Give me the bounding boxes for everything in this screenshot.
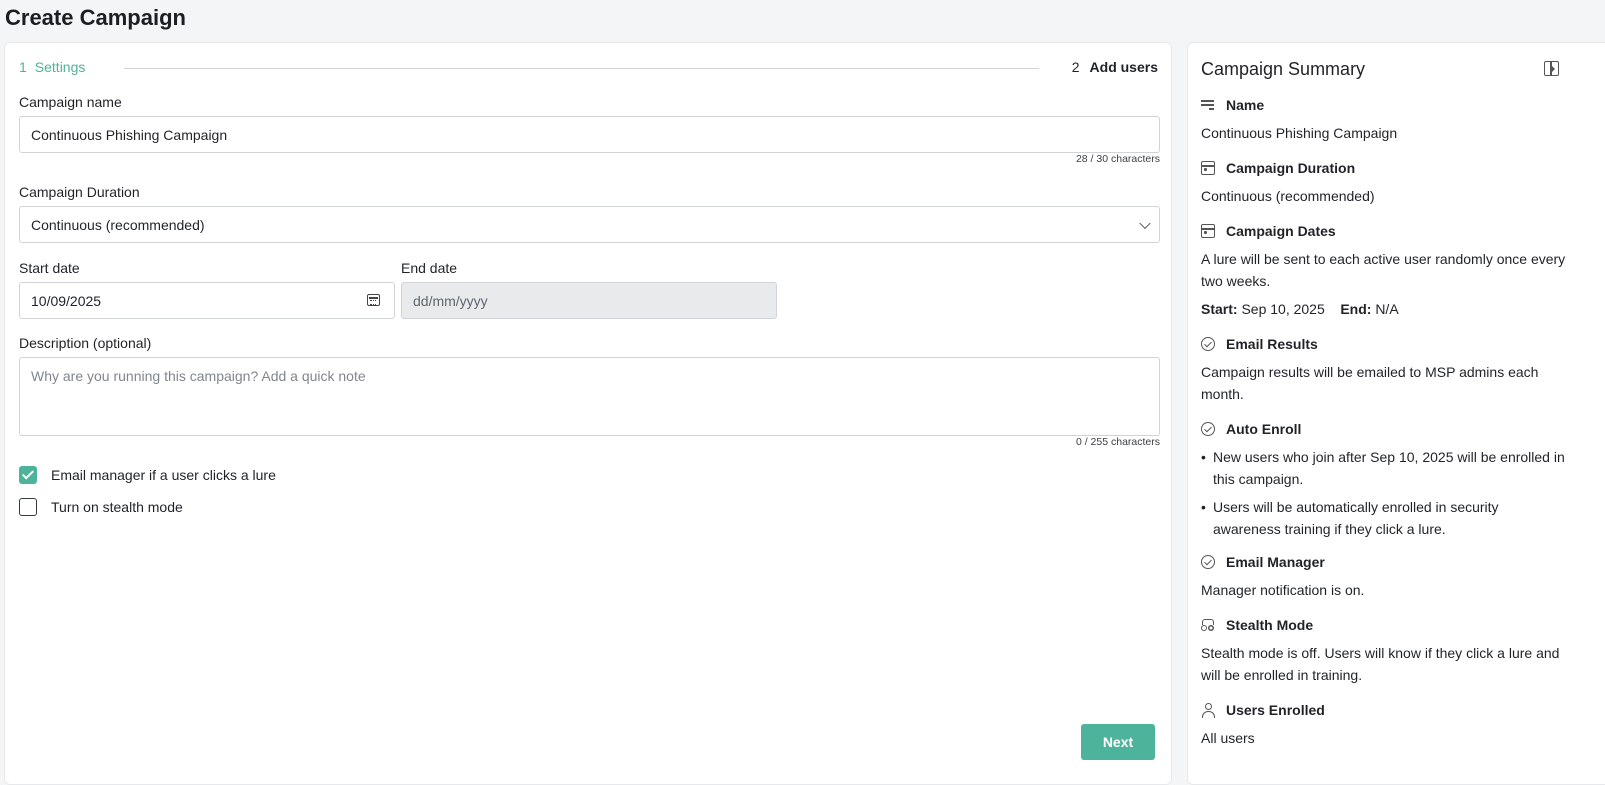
calendar-icon bbox=[1201, 161, 1215, 175]
campaign-name-value: Continuous Phishing Campaign bbox=[31, 126, 228, 143]
end-date-label: End date bbox=[401, 260, 458, 276]
stepper-divider bbox=[124, 68, 1039, 69]
summary-dates-description: A lure will be sent to each active user … bbox=[1201, 251, 1566, 289]
summary-stealth-text: Stealth mode is off. Users will know if … bbox=[1201, 645, 1560, 683]
summary-name-heading: Name bbox=[1201, 97, 1264, 113]
summary-stealth-heading: Stealth Mode bbox=[1201, 617, 1313, 633]
check-circle-icon bbox=[1201, 422, 1215, 436]
start-date-input[interactable]: 10/09/2025 bbox=[19, 282, 395, 319]
summary-dates-values: Start: Sep 10, 2025 End: N/A bbox=[1201, 298, 1566, 320]
next-button[interactable]: Next bbox=[1081, 724, 1155, 760]
collapse-panel-icon[interactable] bbox=[1544, 61, 1559, 76]
text-lines-icon bbox=[1201, 98, 1215, 112]
description-placeholder: Why are you running this campaign? Add a… bbox=[31, 368, 366, 384]
summary-results-text: Campaign results will be emailed to MSP … bbox=[1201, 364, 1539, 402]
summary-title: Campaign Summary bbox=[1201, 59, 1366, 79]
summary-dates-heading: Campaign Dates bbox=[1201, 223, 1336, 239]
stealth-mode-label[interactable]: Turn on stealth mode bbox=[51, 499, 183, 515]
campaign-duration-select[interactable]: Continuous (recommended) bbox=[19, 206, 1160, 243]
calendar-icon bbox=[1201, 224, 1215, 238]
step-1-number: 1 bbox=[19, 59, 27, 75]
end-key: End: bbox=[1340, 301, 1372, 317]
description-textarea[interactable]: Why are you running this campaign? Add a… bbox=[19, 357, 1160, 436]
stealth-mode-checkbox[interactable] bbox=[19, 498, 37, 516]
description-char-counter: 0 / 255 characters bbox=[1075, 436, 1160, 448]
check-circle-icon bbox=[1201, 555, 1215, 569]
campaign-name-input[interactable]: Continuous Phishing Campaign bbox=[19, 116, 1160, 153]
end-value: N/A bbox=[1375, 301, 1399, 317]
step-2-label: Add users bbox=[1089, 59, 1158, 75]
email-manager-label[interactable]: Email manager if a user clicks a lure bbox=[51, 467, 276, 483]
end-date-placeholder: dd/mm/yyyy bbox=[413, 292, 488, 309]
step-settings[interactable]: 1 Settings bbox=[19, 59, 85, 75]
start-value: Sep 10, 2025 bbox=[1241, 301, 1325, 317]
step-1-label: Settings bbox=[34, 59, 86, 75]
summary-manager-heading: Email Manager bbox=[1201, 554, 1325, 570]
summary-results-heading: Email Results bbox=[1201, 336, 1318, 352]
summary-duration-heading: Campaign Duration bbox=[1201, 160, 1355, 176]
enroll-bullet-1: New users who join after Sep 10, 2025 wi… bbox=[1201, 446, 1566, 490]
name-char-counter: 28 / 30 characters bbox=[1075, 153, 1160, 165]
description-label: Description (optional) bbox=[19, 335, 152, 351]
summary-users-heading: Users Enrolled bbox=[1201, 702, 1325, 718]
start-key: Start: bbox=[1201, 301, 1238, 317]
start-date-value: 10/09/2025 bbox=[31, 292, 102, 309]
calendar-icon[interactable] bbox=[367, 294, 380, 306]
start-date-label: Start date bbox=[19, 260, 80, 276]
campaign-duration-label: Campaign Duration bbox=[19, 184, 140, 200]
check-circle-icon bbox=[1201, 337, 1215, 351]
summary-manager-text: Manager notification is on. bbox=[1201, 582, 1365, 598]
step-add-users[interactable]: 2 Add users bbox=[1072, 59, 1158, 75]
chevron-down-icon bbox=[1139, 217, 1151, 229]
summary-name-value: Continuous Phishing Campaign bbox=[1201, 125, 1398, 141]
campaign-summary-panel: Campaign Summary Name Continuous Phishin… bbox=[1187, 42, 1605, 785]
step-2-number: 2 bbox=[1071, 59, 1080, 75]
email-manager-checkbox[interactable] bbox=[19, 466, 37, 484]
summary-enroll-heading: Auto Enroll bbox=[1201, 421, 1301, 437]
campaign-duration-value: Continuous (recommended) bbox=[31, 216, 205, 233]
user-icon bbox=[1201, 703, 1215, 718]
end-date-input: dd/mm/yyyy bbox=[401, 282, 777, 319]
summary-duration-value: Continuous (recommended) bbox=[1201, 188, 1375, 204]
incognito-icon bbox=[1201, 618, 1215, 632]
enroll-bullet-2: Users will be automatically enrolled in … bbox=[1201, 496, 1566, 540]
campaign-name-label: Campaign name bbox=[19, 94, 122, 110]
page-title: Create Campaign bbox=[5, 5, 186, 30]
settings-card: 1 Settings 2 Add users Campaign name Conti… bbox=[4, 42, 1172, 785]
summary-users-text: All users bbox=[1201, 730, 1255, 746]
